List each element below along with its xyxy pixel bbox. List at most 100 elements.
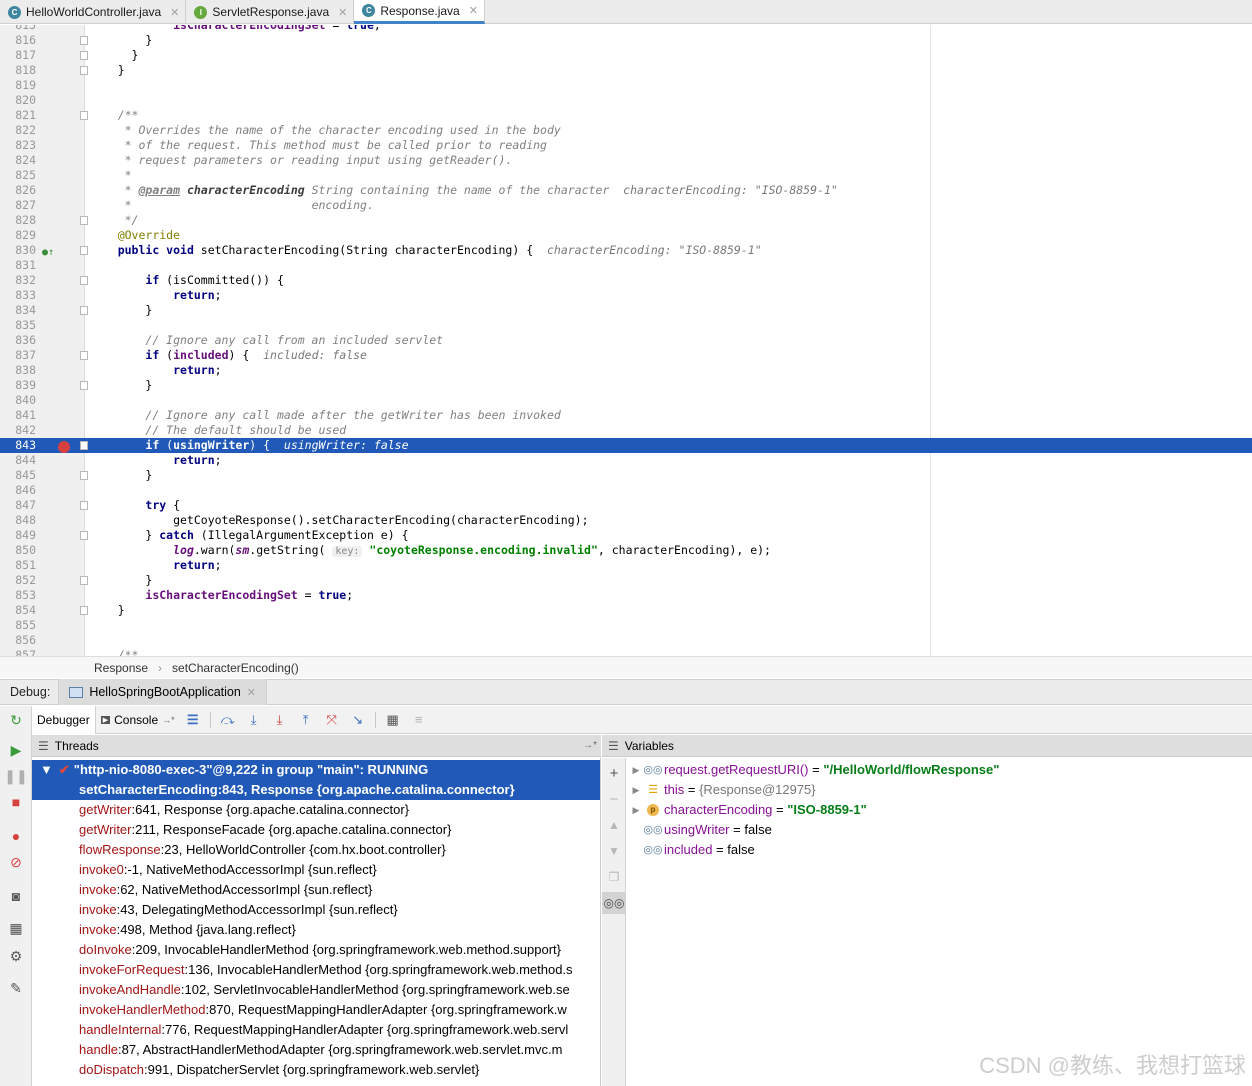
line-number[interactable]: 821 — [0, 108, 36, 123]
fold-marker-icon[interactable] — [80, 216, 88, 225]
step-over-icon[interactable]: ⤼ — [215, 706, 241, 734]
line-number[interactable]: 843 — [0, 438, 36, 453]
variable-row[interactable]: ▶ ◎◎ request.getRequestURI() = "/HelloWorl… — [627, 760, 1252, 780]
mute-breakpoints-icon[interactable]: ⊘ — [0, 850, 32, 874]
fold-marker-icon[interactable] — [80, 111, 88, 120]
line-number[interactable]: 842 — [0, 423, 36, 438]
line-number[interactable]: 819 — [0, 78, 36, 93]
line-number[interactable]: 824 — [0, 153, 36, 168]
line-number[interactable]: 838 — [0, 363, 36, 378]
line-number[interactable]: 839 — [0, 378, 36, 393]
code-line[interactable]: 855 — [0, 618, 1252, 633]
line-number[interactable]: 831 — [0, 258, 36, 273]
stop-icon[interactable]: ■ — [0, 790, 32, 814]
current-execution-line[interactable]: 843 if (usingWriter) { usingWriter: fals… — [0, 438, 1252, 453]
stack-frame-row[interactable]: invokeForRequest:136, InvocableHandlerMe… — [32, 960, 600, 980]
fold-marker-icon[interactable] — [80, 606, 88, 615]
move-up-icon[interactable]: ▲ — [602, 814, 626, 836]
code-line[interactable]: 847 try { — [0, 498, 1252, 513]
resume-icon[interactable]: ▶ — [0, 738, 32, 762]
stack-frame-row[interactable]: flowResponse:23, HelloWorldController {c… — [32, 840, 600, 860]
line-number[interactable]: 836 — [0, 333, 36, 348]
pause-icon[interactable]: ❚❚ — [0, 764, 32, 788]
code-line[interactable]: 815 isCharacterEncodingSet = true; — [0, 25, 1252, 33]
variable-row[interactable]: ◎◎ usingWriter = false — [627, 820, 1252, 840]
line-number[interactable]: 857 — [0, 648, 36, 656]
code-line[interactable]: 820 — [0, 93, 1252, 108]
code-line[interactable]: 826 * @param characterEncoding String co… — [0, 183, 1252, 198]
variable-row[interactable]: ▶ ☰ this = {Response@12975} — [627, 780, 1252, 800]
fold-marker-icon[interactable] — [80, 471, 88, 480]
rerun-icon[interactable]: ↻ — [0, 708, 32, 732]
fold-marker-icon[interactable] — [80, 66, 88, 75]
fold-marker-icon[interactable] — [80, 276, 88, 285]
code-line[interactable]: 837 if (included) { included: false — [0, 348, 1252, 363]
expand-arrow-icon[interactable]: ▶ — [627, 780, 645, 800]
variable-row[interactable]: ▶ p characterEncoding = "ISO-8859-1" — [627, 800, 1252, 820]
code-line[interactable]: 825 * — [0, 168, 1252, 183]
code-editor[interactable]: 815 isCharacterEncodingSet = true; 816 } 8… — [0, 25, 1252, 656]
code-line[interactable]: 834 } — [0, 303, 1252, 318]
fold-marker-icon[interactable] — [80, 441, 88, 450]
code-line[interactable]: 818 } — [0, 63, 1252, 78]
tab-console[interactable]: ▶ Console →* — [96, 706, 180, 734]
stack-frame-row[interactable]: doDispatch:991, DispatcherServlet {org.s… — [32, 1060, 600, 1080]
line-number[interactable]: 845 — [0, 468, 36, 483]
line-number[interactable]: 823 — [0, 138, 36, 153]
line-number[interactable]: 837 — [0, 348, 36, 363]
fold-marker-icon[interactable] — [80, 531, 88, 540]
line-number[interactable]: 822 — [0, 123, 36, 138]
run-to-cursor-icon[interactable]: ↘ — [345, 706, 371, 734]
code-line[interactable]: 844 return; — [0, 453, 1252, 468]
add-watch-icon[interactable]: + — [602, 762, 626, 784]
fold-marker-icon[interactable] — [80, 246, 88, 255]
expand-arrow-icon[interactable]: ▶ — [627, 760, 645, 780]
line-number[interactable]: 854 — [0, 603, 36, 618]
line-number[interactable]: 818 — [0, 63, 36, 78]
code-line[interactable]: 849 } catch (IllegalArgumentException e)… — [0, 528, 1252, 543]
stack-frame-row[interactable]: invoke:62, NativeMethodAccessorImpl {sun… — [32, 880, 600, 900]
code-line[interactable]: 828 */ — [0, 213, 1252, 228]
code-line[interactable]: 835 — [0, 318, 1252, 333]
line-number[interactable]: 841 — [0, 408, 36, 423]
line-number[interactable]: 851 — [0, 558, 36, 573]
code-line[interactable]: 819 — [0, 78, 1252, 93]
stack-frame-row[interactable]: invoke:498, Method {java.lang.reflect} — [32, 920, 600, 940]
code-line[interactable]: 851 return; — [0, 558, 1252, 573]
fold-marker-icon[interactable] — [80, 306, 88, 315]
force-step-into-icon[interactable]: ⤓ — [267, 706, 293, 734]
pin-arrow-icon[interactable]: →* — [583, 740, 597, 751]
line-number[interactable]: 829 — [0, 228, 36, 243]
code-line[interactable]: 846 — [0, 483, 1252, 498]
code-line[interactable]: 816 } — [0, 33, 1252, 48]
expand-arrow-icon[interactable]: ▶ — [627, 800, 645, 820]
code-line[interactable]: 823 * of the request. This method must b… — [0, 138, 1252, 153]
tab-debugger[interactable]: Debugger — [32, 705, 96, 734]
line-number[interactable]: 849 — [0, 528, 36, 543]
code-line[interactable]: 830 public void setCharacterEncoding(Str… — [0, 243, 1252, 258]
breadcrumb-class[interactable]: Response — [94, 661, 148, 675]
close-icon[interactable]: ✕ — [338, 6, 347, 19]
stack-frame-row[interactable]: invokeHandlerMethod:870, RequestMappingH… — [32, 1000, 600, 1020]
breadcrumb-method[interactable]: setCharacterEncoding() — [172, 661, 299, 675]
move-down-icon[interactable]: ▼ — [602, 840, 626, 862]
code-line[interactable]: 832 if (isCommitted()) { — [0, 273, 1252, 288]
line-number[interactable]: 834 — [0, 303, 36, 318]
line-number[interactable]: 830 — [0, 243, 36, 258]
thread-row[interactable]: ▼ ✔ "http-nio-8080-exec-3"@9,222 in group … — [32, 760, 600, 780]
code-line[interactable]: 817 } — [0, 48, 1252, 63]
code-line[interactable]: 848 getCoyoteResponse().setCharacterEnco… — [0, 513, 1252, 528]
camera-icon[interactable]: ◙ — [0, 884, 32, 908]
line-number[interactable]: 852 — [0, 573, 36, 588]
drop-frame-icon[interactable]: ⤧ — [319, 706, 345, 734]
view-breakpoints-icon[interactable]: ● — [0, 824, 32, 848]
layout-icon[interactable]: ▦ — [0, 916, 32, 940]
variables-tree[interactable]: ▶ ◎◎ request.getRequestURI() = "/HelloWorl… — [627, 758, 1252, 1086]
fold-marker-icon[interactable] — [80, 576, 88, 585]
line-number[interactable]: 835 — [0, 318, 36, 333]
code-line[interactable]: 841 // Ignore any call made after the ge… — [0, 408, 1252, 423]
fold-marker-icon[interactable] — [80, 36, 88, 45]
tab-1[interactable]: I ServletResponse.java ✕ — [186, 0, 355, 24]
pin-icon[interactable]: ✎ — [0, 976, 32, 1000]
code-line[interactable]: 831 — [0, 258, 1252, 273]
